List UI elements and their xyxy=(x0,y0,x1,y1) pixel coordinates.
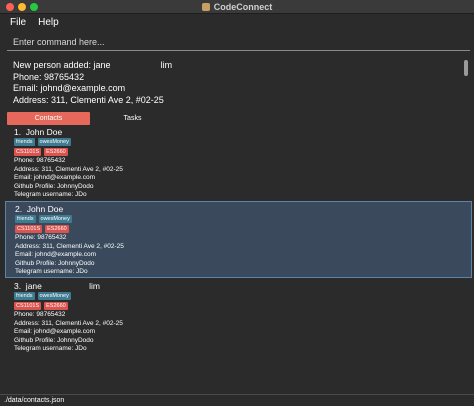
contact-phone: Phone: 98765432 xyxy=(14,311,66,318)
result-line: New person added: jane lim xyxy=(13,60,173,70)
contact-header: 2. John Doe xyxy=(15,204,64,214)
module-badge: CS1101S xyxy=(14,302,42,310)
contact-phone: Phone: 98765432 xyxy=(15,234,67,241)
result-line: Phone: 98765432 xyxy=(13,71,85,82)
tab-contacts[interactable]: Contacts xyxy=(7,112,90,125)
app-icon xyxy=(201,3,210,11)
tag-badge: owesMoney xyxy=(37,138,71,146)
result-display: New person added: jane lim Phone: 987654… xyxy=(7,58,470,104)
tag-badge: friends xyxy=(14,138,35,146)
contact-list[interactable]: 1. John Doe friends owesMoney CS1101S ES… xyxy=(5,125,472,393)
contact-email: Email: johnd@example.com xyxy=(15,251,97,259)
contact-header: 1. John Doe xyxy=(14,127,63,137)
contact-card[interactable]: 1. John Doe friends owesMoney CS1101S ES… xyxy=(5,125,472,200)
window-title-group: CodeConnect xyxy=(0,0,474,14)
module-badge: CS1101S xyxy=(14,148,42,156)
contact-address: Address: 311, Clementi Ave 2, #02-25 xyxy=(14,319,123,327)
module-badge: ES2660 xyxy=(44,302,68,310)
module-badge: ES2660 xyxy=(45,225,69,233)
contact-header: 3. jane lim xyxy=(14,281,100,291)
title-bar: CodeConnect xyxy=(0,0,474,14)
contact-email: Email: johnd@example.com xyxy=(14,174,96,182)
contact-telegram: Telegram username: JDo xyxy=(14,345,87,353)
contact-email: Email: johnd@example.com xyxy=(14,328,96,336)
module-row: CS1101S ES2660 xyxy=(14,148,472,157)
contact-github: Github Profile: JohnnyDodo xyxy=(14,336,94,344)
tab-tasks[interactable]: Tasks xyxy=(90,112,175,125)
tag-badge: owesMoney xyxy=(38,215,72,223)
window-title: CodeConnect xyxy=(213,2,273,12)
module-badge: CS1101S xyxy=(15,225,43,233)
tag-row: friends owesMoney xyxy=(14,138,472,147)
result-line: Address: 311, Clementi Ave 2, #02-25 xyxy=(13,94,164,104)
result-scrollbar[interactable] xyxy=(464,60,468,76)
status-bar: ./data/contacts.json xyxy=(0,394,474,406)
data-file-path: ./data/contacts.json xyxy=(4,397,65,404)
contact-card-selected[interactable]: 2. John Doe friends owesMoney CS1101S ES… xyxy=(5,201,472,278)
result-line: Email: johnd@example.com xyxy=(13,83,126,94)
contact-telegram: Telegram username: JDo xyxy=(15,268,88,276)
tab-bar: Contacts Tasks xyxy=(7,112,470,125)
contact-github: Github Profile: JohnnyDodo xyxy=(14,182,94,190)
menu-file[interactable]: File xyxy=(10,17,26,28)
menu-bar: File Help xyxy=(0,14,474,30)
command-input[interactable] xyxy=(13,36,470,47)
module-row: CS1101S ES2660 xyxy=(15,225,471,234)
contact-github: Github Profile: JohnnyDodo xyxy=(15,259,95,267)
contact-telegram: Telegram username: JDo xyxy=(14,191,87,199)
menu-help[interactable]: Help xyxy=(38,17,59,28)
tag-badge: owesMoney xyxy=(37,292,71,300)
command-box xyxy=(7,33,470,51)
contact-card[interactable]: 3. jane lim friends owesMoney CS1101S ES… xyxy=(5,279,472,354)
tag-row: friends owesMoney xyxy=(14,292,472,301)
contact-address: Address: 311, Clementi Ave 2, #02-25 xyxy=(14,165,123,173)
tag-badge: friends xyxy=(14,292,35,300)
contact-phone: Phone: 98765432 xyxy=(14,157,66,164)
module-badge: ES2660 xyxy=(44,148,68,156)
tag-row: friends owesMoney xyxy=(15,215,471,224)
module-row: CS1101S ES2660 xyxy=(14,302,472,311)
tag-badge: friends xyxy=(15,215,36,223)
contact-address: Address: 311, Clementi Ave 2, #02-25 xyxy=(15,242,124,250)
